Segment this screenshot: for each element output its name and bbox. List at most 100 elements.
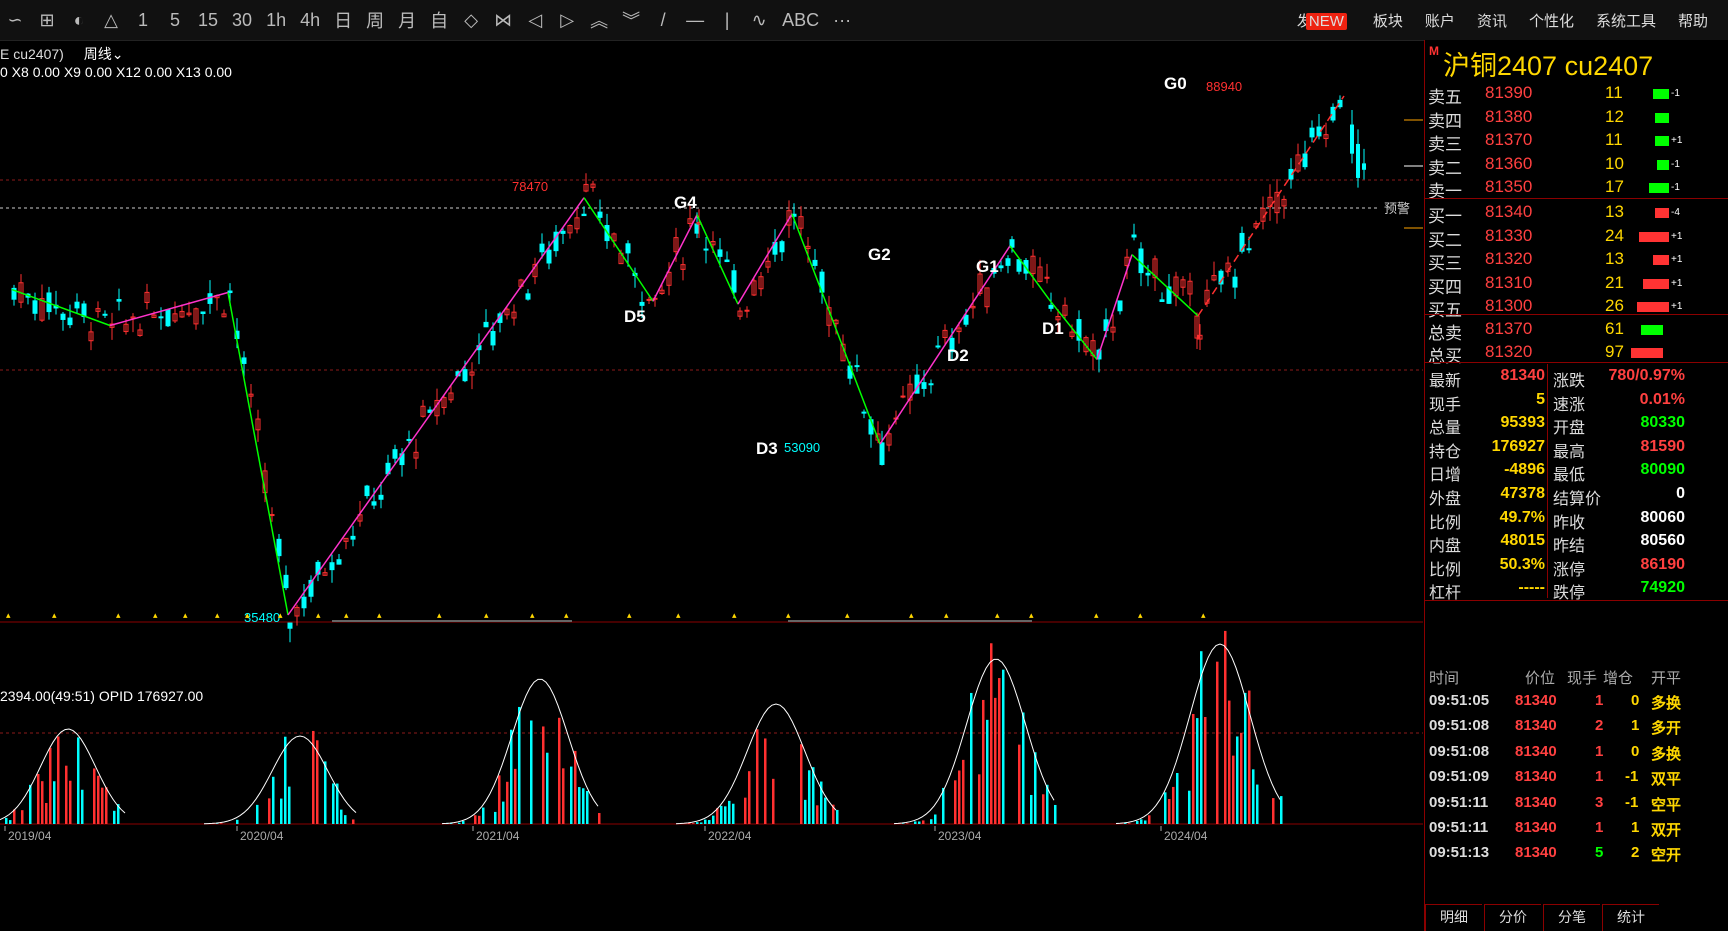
tick-price: 81340 [1515, 768, 1557, 786]
volume-bar [800, 744, 803, 824]
toolbar-button-17[interactable]: ▷ [558, 10, 576, 31]
toolbar-button-8[interactable]: 1h [266, 10, 286, 31]
bottom-tab-0[interactable]: 明细 [1425, 904, 1482, 931]
bottom-tab-1[interactable]: 分价 [1484, 904, 1541, 931]
toolbar-button-5[interactable]: 5 [166, 10, 184, 31]
toolbar-button-6[interactable]: 15 [198, 10, 218, 31]
annotation-p-53090: 53090 [784, 440, 820, 455]
toolbar-button-4[interactable]: 1 [134, 10, 152, 31]
candle-body [1159, 299, 1165, 302]
volume-bar [288, 786, 291, 824]
ticks-header: 时间 价位 现手 增仓 开平 [1425, 664, 1728, 688]
bid-row-3[interactable]: 买四 81310 21 +1 [1425, 270, 1728, 297]
volume-bar [1042, 794, 1045, 824]
toolbar-button-25[interactable]: ··· [833, 10, 851, 31]
menu-6[interactable]: 帮助 [1678, 10, 1708, 31]
toolbar-button-13[interactable]: 自 [430, 7, 448, 33]
event-marker: ▴ [153, 610, 158, 620]
toolbar-button-18[interactable]: ︽ [590, 7, 608, 33]
candle-body [744, 309, 750, 312]
toolbar-button-12[interactable]: 月 [398, 7, 416, 33]
toolbar-button-1[interactable]: ⊞ [38, 10, 56, 31]
toolbar-button-0[interactable]: ∽ [6, 10, 24, 31]
toolbar-button-21[interactable]: — [686, 10, 704, 31]
x-axis-label: 2020/04 [240, 829, 284, 843]
volume-bar [934, 814, 937, 824]
tick-time: 09:51:11 [1429, 793, 1489, 811]
quote-right-8: 涨停 86190 [1549, 553, 1687, 579]
menu-0[interactable]: 发现NEW [1297, 10, 1347, 31]
volume-bar [518, 706, 521, 824]
level-price: 81390 [1485, 83, 1533, 102]
ask-row-0[interactable]: 卖五 81390 11 -1 [1425, 80, 1728, 107]
volume-bar [77, 737, 80, 824]
volume-bar [101, 787, 104, 824]
candle-body [116, 299, 122, 302]
menu-4[interactable]: 个性化 [1529, 10, 1574, 31]
toolbar-button-22[interactable]: | [718, 10, 736, 31]
volume-bar [1649, 183, 1669, 194]
candle-body [165, 309, 171, 327]
divider [1425, 314, 1728, 315]
volume-bar [1168, 799, 1171, 824]
toolbar-button-11[interactable]: 周 [366, 7, 384, 33]
quote-value: 47378 [1500, 485, 1546, 502]
ask-row-2[interactable]: 卖三 81370 11 +1 [1425, 127, 1728, 154]
candle-body [525, 293, 531, 300]
bottom-tab-3[interactable]: 统计 [1602, 904, 1659, 931]
volume-bar [272, 776, 275, 824]
quote-value: 81590 [1640, 437, 1686, 455]
level-price: 81380 [1485, 106, 1533, 126]
volume-bar [498, 775, 501, 824]
kline-chart[interactable]: 预警G0G4G2G1D5D2D1D388940784705309035480▴ ▴… [0, 40, 1423, 931]
annotation-d3: D3 [756, 439, 778, 458]
ask-row-3[interactable]: 卖二 81360 10 -1 [1425, 151, 1728, 178]
bid-row-2[interactable]: 买三 81320 13 +1 [1425, 246, 1728, 273]
volume-bar [704, 819, 707, 824]
level-price: 81310 [1485, 272, 1533, 292]
level-price: 81370 [1485, 130, 1533, 150]
bid-row-0[interactable]: 买一 81340 13 -4 [1425, 199, 1728, 226]
candle-body [1131, 234, 1137, 238]
bid-row-1[interactable]: 买二 81330 24 +1 [1425, 223, 1728, 250]
divider [1425, 600, 1728, 601]
toolbar-button-15[interactable]: ⋈ [494, 10, 512, 31]
annotation-d2: D2 [947, 346, 969, 365]
volume-bar [1196, 718, 1199, 824]
toolbar-button-10[interactable]: 日 [334, 7, 352, 33]
menu-1[interactable]: 板块 [1373, 10, 1403, 31]
candle-body [861, 411, 867, 414]
ask-row-4[interactable]: 卖一 81350 17 -1 [1425, 174, 1728, 201]
volume-bar [1256, 784, 1259, 824]
toolbar-button-9[interactable]: 4h [300, 10, 320, 31]
event-marker: ▴ [377, 610, 382, 620]
toolbar-button-23[interactable]: ∿ [750, 10, 768, 31]
menu-3[interactable]: 资讯 [1477, 10, 1507, 31]
annotation-d5: D5 [624, 307, 646, 326]
toolbar-button-16[interactable]: ◁ [526, 10, 544, 31]
candle-body [854, 365, 860, 368]
bottom-tab-2[interactable]: 分笔 [1543, 904, 1600, 931]
volume-bar [1637, 302, 1669, 313]
candle-body [32, 300, 38, 314]
tick-row: 09:51:13 81340 5 2 空开 [1425, 840, 1728, 868]
toolbar-button-3[interactable]: △ [102, 10, 120, 31]
menu-5[interactable]: 系统工具 [1596, 10, 1656, 31]
toolbar-button-7[interactable]: 30 [232, 10, 252, 31]
candle-body [646, 298, 652, 301]
toolbar-button-2[interactable]: ◐ [70, 10, 88, 31]
toolbar-button-24[interactable]: ABC [782, 10, 819, 31]
toolbar-button-14[interactable]: ◇ [462, 10, 480, 31]
ask-row-1[interactable]: 卖四 81380 12 [1425, 104, 1728, 131]
candle-body [1117, 300, 1123, 312]
event-marker: ▴ [845, 610, 850, 620]
tick-price: 81340 [1515, 717, 1557, 735]
toolbar-button-20[interactable]: / [654, 10, 672, 31]
volume-bar [352, 819, 355, 824]
toolbar-button-19[interactable]: ︾ [622, 7, 640, 33]
menu-2[interactable]: 账户 [1425, 10, 1455, 31]
volume-bar [1240, 732, 1243, 824]
volume-bar [1176, 773, 1179, 824]
event-marker: ▴ [786, 610, 791, 620]
tick-price: 81340 [1515, 844, 1557, 862]
